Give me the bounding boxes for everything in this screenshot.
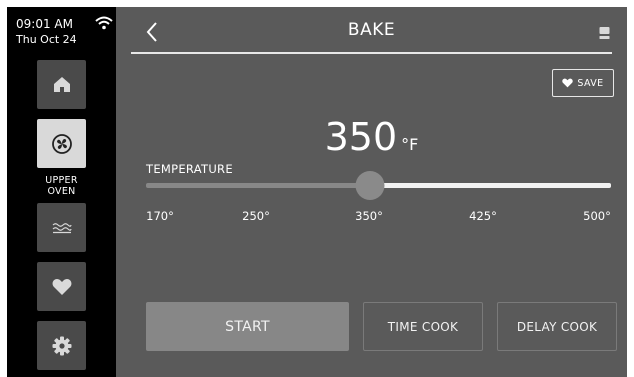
status-time: 09:01 AM [16, 17, 73, 31]
slider-track-remaining [370, 183, 611, 188]
sidebar-item-favorites[interactable] [37, 262, 86, 311]
save-label: SAVE [577, 77, 604, 89]
header: BAKE [131, 7, 612, 54]
sidebar-item-home[interactable] [37, 60, 86, 109]
oven-light-icon[interactable] [599, 27, 610, 39]
heart-icon [52, 278, 71, 295]
temperature-slider[interactable] [146, 170, 611, 200]
sidebar-label-oven: OVEN [47, 186, 76, 197]
temperature-value: 350 [324, 115, 398, 159]
heart-icon [562, 78, 574, 88]
sidebar: 09:01 AM Thu Oct 24 UPPER OVEN [7, 7, 116, 377]
wifi-icon [95, 16, 113, 30]
status-date: Thu Oct 24 [16, 33, 77, 46]
slider-tick: 500° [583, 209, 611, 223]
slider-tick: 250° [242, 209, 270, 223]
slider-tick: 350° [355, 209, 383, 223]
sidebar-item-lower-oven[interactable] [37, 203, 86, 252]
lower-oven-icon [52, 222, 72, 233]
temperature-unit: °F [401, 135, 419, 154]
fan-icon [51, 133, 72, 154]
slider-tick: 425° [469, 209, 497, 223]
time-cook-button[interactable]: TIME COOK [363, 302, 483, 351]
sidebar-label-upper: UPPER [45, 175, 78, 186]
page-title: BAKE [347, 20, 396, 40]
gear-icon [52, 336, 71, 355]
start-button[interactable]: START [146, 302, 349, 351]
delay-cook-button[interactable]: DELAY COOK [497, 302, 617, 351]
home-icon [53, 77, 70, 92]
slider-thumb[interactable] [355, 171, 385, 200]
temperature-readout: 350 °F [116, 115, 627, 167]
main-panel: BAKE SAVE 350 °F TEMPERATURE 170° 250° 35… [116, 7, 627, 377]
sidebar-item-settings[interactable] [37, 321, 86, 370]
slider-tick: 170° [146, 209, 174, 223]
save-button[interactable]: SAVE [552, 69, 614, 97]
sidebar-item-upper-oven[interactable] [37, 119, 86, 168]
